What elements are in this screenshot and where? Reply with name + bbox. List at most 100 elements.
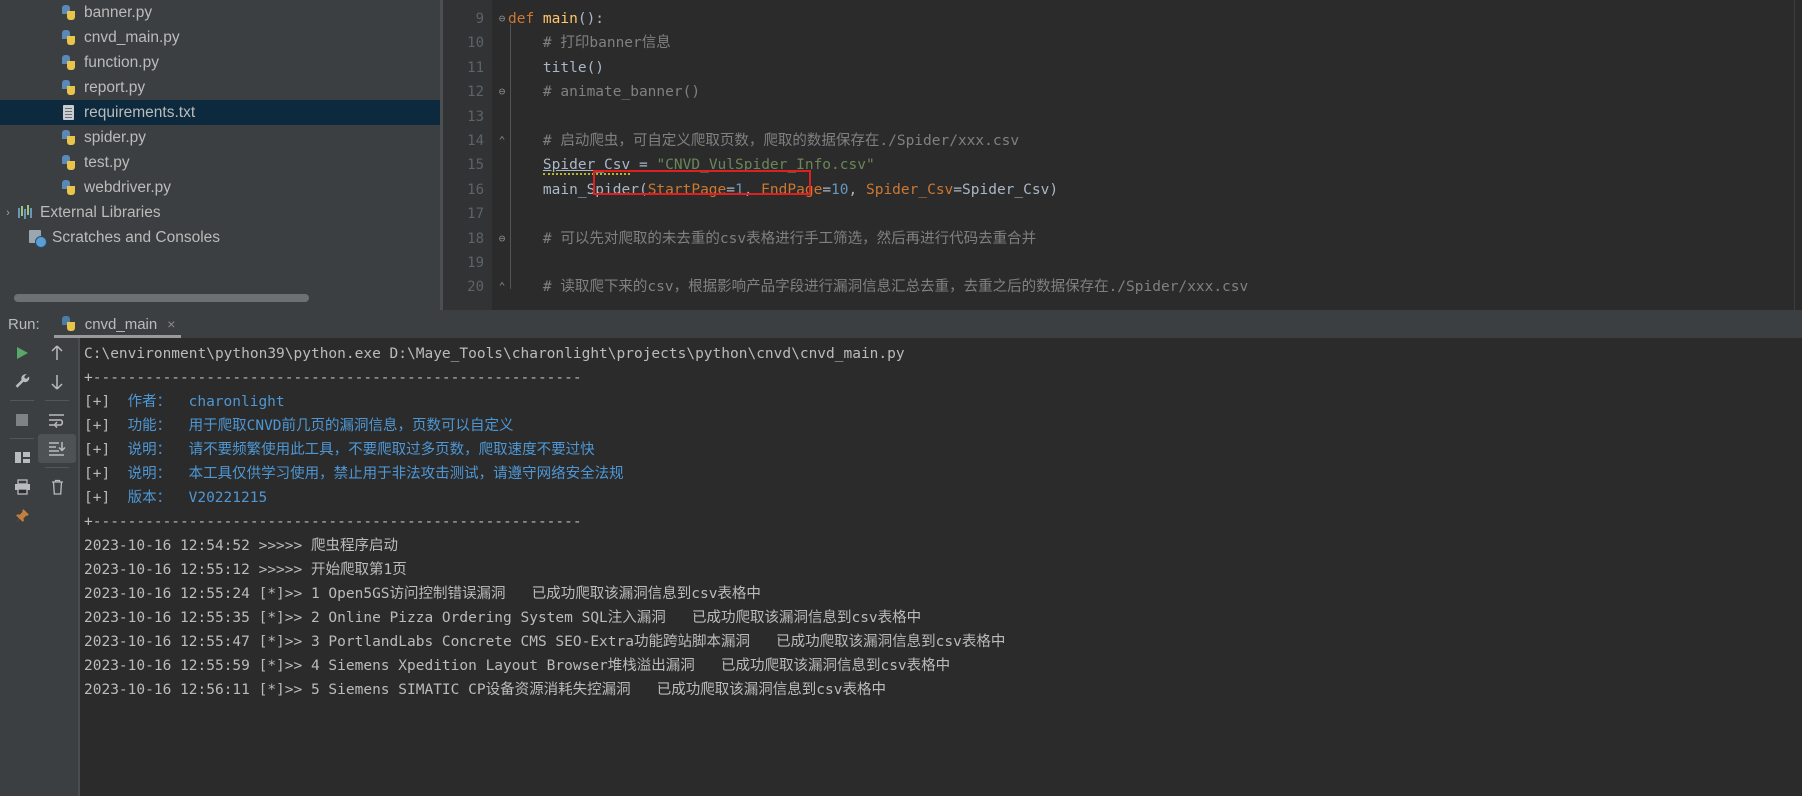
arrow-down-icon: [51, 374, 63, 390]
tree-item-external-libraries[interactable]: › External Libraries: [0, 200, 440, 225]
close-icon[interactable]: ×: [167, 316, 175, 332]
code-editor[interactable]: 9 ⊖ def main(): 10 # 打印banner信息 11 title() 12…: [440, 0, 1802, 310]
code-text: # 可以先对爬取的未去重的csv表格进行手工筛选，然后再进行代码去重合并: [508, 227, 1036, 251]
console-text: [+]: [84, 394, 128, 410]
python-file-icon: [60, 154, 78, 172]
code-line-13[interactable]: 13: [440, 105, 1802, 129]
console-line: [+] 功能： 用于爬取CNVD前几页的漏洞信息，页数可以自定义: [78, 414, 1802, 438]
code-token: # 读取爬下来的csv，根据影响产品字段进行漏洞信息汇总去重，去重之后的数据保存…: [508, 279, 1249, 296]
tree-item-requirements-txt[interactable]: requirements.txt: [0, 100, 440, 125]
code-line-19[interactable]: 19: [440, 251, 1802, 275]
code-fold-toggle[interactable]: ⊖: [495, 227, 509, 251]
code-line-9[interactable]: 9 ⊖ def main():: [440, 7, 1802, 31]
tree-item-webdriver-py[interactable]: webdriver.py: [0, 175, 440, 200]
pin-button[interactable]: [3, 501, 41, 530]
project-tree[interactable]: banner.py cnvd_main.py function.py report.p…: [0, 0, 440, 250]
python-file-icon: [60, 179, 78, 197]
tree-item-report-py[interactable]: report.py: [0, 75, 440, 100]
code-line-10[interactable]: 10 # 打印banner信息: [440, 31, 1802, 55]
code-token: "CNVD_VulSpider_Info.csv": [656, 157, 875, 174]
down-stack-button[interactable]: [38, 367, 76, 396]
libraries-icon: [16, 204, 34, 222]
tree-item-label: function.py: [84, 53, 159, 71]
code-token: def: [508, 11, 543, 27]
run-tab-cnvd-main[interactable]: cnvd_main ×: [53, 310, 182, 338]
python-file-icon: [60, 129, 78, 147]
code-line-16[interactable]: 16 main_Spider(StartPage=1, EndPage=10, …: [440, 178, 1802, 202]
tree-item-spider-py[interactable]: spider.py: [0, 125, 440, 150]
run-toolbar-secondary[interactable]: [38, 338, 76, 796]
code-token: =: [630, 157, 657, 174]
run-tab-label: cnvd_main: [84, 315, 158, 333]
console-text: 2023-10-16 12:55:12 >>>>> 开始爬取第1页: [84, 562, 407, 578]
run-header: Run: cnvd_main ×: [0, 310, 1802, 338]
tree-item-label: Scratches and Consoles: [52, 228, 221, 246]
layout-button[interactable]: [3, 443, 41, 472]
line-number: 19: [467, 254, 484, 271]
tree-item-scratches-and-consoles[interactable]: Scratches and Consoles: [0, 225, 440, 250]
code-text: # 读取爬下来的csv，根据影响产品字段进行漏洞信息汇总去重，去重之后的数据保存…: [508, 275, 1248, 299]
tree-item-function-py[interactable]: function.py: [0, 50, 440, 75]
code-line-18[interactable]: 18 ⊖ # 可以先对爬取的未去重的csv表格进行手工筛选，然后再进行代码去重合并: [440, 227, 1802, 251]
toolbar-divider: [10, 438, 34, 439]
project-tool-window[interactable]: banner.py cnvd_main.py function.py report.p…: [0, 0, 440, 310]
code-text: def main():: [508, 7, 604, 31]
code-fold-toggle[interactable]: ⌃: [495, 129, 509, 153]
clear-all-button[interactable]: [38, 472, 76, 501]
code-line-20[interactable]: 20 ⌃ # 读取爬下来的csv，根据影响产品字段进行漏洞信息汇总去重，去重之后的…: [440, 275, 1802, 299]
console-text: [+]: [84, 418, 128, 434]
python-file-icon: [60, 29, 78, 47]
code-line-15[interactable]: 15 Spider_Csv = "CNVD_VulSpider_Info.csv…: [440, 153, 1802, 177]
console-output[interactable]: C:\environment\python39\python.exe D:\Ma…: [78, 338, 1802, 796]
stop-button[interactable]: [3, 405, 41, 434]
toolbar-divider: [45, 400, 69, 401]
python-file-icon: [60, 54, 78, 72]
trash-icon: [51, 479, 63, 495]
play-icon: [17, 346, 28, 359]
line-number: 9: [475, 11, 484, 27]
console-text: [+]: [84, 442, 128, 458]
line-number: 10: [467, 35, 484, 52]
tree-item-cnvd-main-py[interactable]: cnvd_main.py: [0, 25, 440, 50]
code-text: main_Spider(StartPage=1, EndPage=10, Spi…: [508, 178, 1058, 202]
run-toolbar-primary[interactable]: [3, 338, 41, 796]
code-token: main_Spider(: [508, 181, 648, 198]
console-line: [+] 说明： 请不要频繁使用此工具，不要爬取过多页数，爬取速度不要过快: [78, 438, 1802, 462]
tree-item-banner-py[interactable]: banner.py: [0, 0, 440, 25]
project-hscrollbar-track[interactable]: [6, 294, 436, 306]
code-fold-toggle[interactable]: ⌃: [495, 275, 509, 299]
stop-icon: [16, 413, 28, 426]
code-lines[interactable]: 9 ⊖ def main(): 10 # 打印banner信息 11 title() 12…: [440, 7, 1802, 300]
run-tool-window: Run: cnvd_main × C:\environment\python39…: [0, 310, 1802, 796]
code-line-11[interactable]: 11 title(): [440, 56, 1802, 80]
code-line-12[interactable]: 12 ⊖ # animate_banner(): [440, 80, 1802, 104]
up-stack-button[interactable]: [38, 338, 76, 367]
code-line-17[interactable]: 17: [440, 202, 1802, 226]
ide-window: banner.py cnvd_main.py function.py report.p…: [0, 0, 1802, 796]
python-file-icon: [60, 4, 78, 22]
tree-item-label: report.py: [84, 78, 146, 96]
scroll-to-end-button[interactable]: [38, 434, 76, 463]
code-line-14[interactable]: 14 ⌃ # 启动爬虫，可自定义爬取页数，爬取的数据保存在./Spider/xxx…: [440, 129, 1802, 153]
line-number: 16: [467, 181, 484, 198]
tree-item-test-py[interactable]: test.py: [0, 150, 440, 175]
wrap-icon: [49, 413, 64, 428]
console-text: 2023-10-16 12:56:11 [*]>> 5 Siemens SIMA…: [84, 682, 886, 698]
print-button[interactable]: [3, 472, 41, 501]
soft-wrap-button[interactable]: [38, 405, 76, 434]
settings-button[interactable]: [3, 367, 41, 396]
line-number: 18: [467, 230, 484, 247]
console-line: 2023-10-16 12:54:52 >>>>> 爬虫程序启动: [78, 534, 1802, 558]
code-token: ():: [577, 11, 605, 27]
chevron-right-icon[interactable]: ›: [0, 207, 16, 219]
code-token: Spider_Csv): [962, 181, 1059, 198]
code-fold-toggle[interactable]: ⊖: [495, 7, 509, 31]
rerun-button[interactable]: [3, 338, 41, 367]
project-hscrollbar-thumb[interactable]: [14, 294, 309, 302]
console-left-edge: [78, 338, 80, 796]
code-fold-toggle[interactable]: ⊖: [495, 80, 509, 104]
console-line: 2023-10-16 12:55:59 [*]>> 4 Siemens Xped…: [78, 654, 1802, 678]
code-token: =: [953, 181, 963, 198]
console-line: 2023-10-16 12:55:24 [*]>> 1 Open5GS访问控制错…: [78, 582, 1802, 606]
console-text: [+]: [84, 490, 128, 506]
